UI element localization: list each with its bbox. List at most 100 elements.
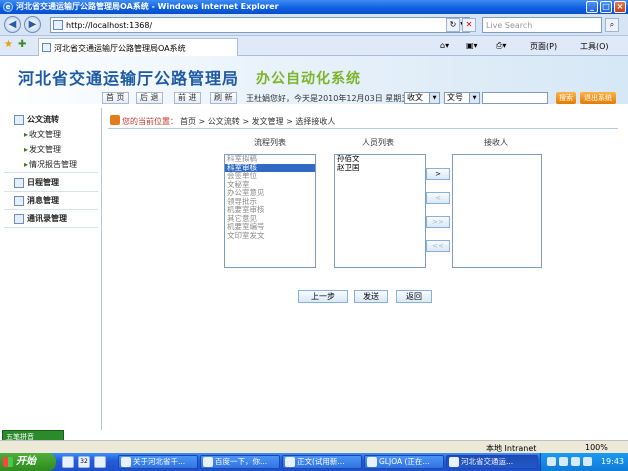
add-all-button[interactable]: >>: [426, 216, 450, 228]
forward-button[interactable]: 前 进: [174, 92, 201, 104]
send-button[interactable]: 发送: [354, 290, 388, 303]
taskbar-item[interactable]: 关于河北省千...: [118, 455, 198, 469]
task-label: 正文(试用新...: [297, 457, 345, 466]
breadcrumb: 您的当前位置： 首页 > 公文流转 > 发文管理 > 选择接收人: [108, 113, 618, 129]
breadcrumb-path[interactable]: 首页 > 公文流转 > 发文管理 > 选择接收人: [180, 116, 335, 127]
ie-logo-icon: e: [3, 2, 13, 12]
quicklaunch-badge-icon[interactable]: 32: [78, 456, 90, 468]
receiver-list-title: 接收人: [484, 138, 508, 147]
print-icon[interactable]: ⎙▾: [496, 41, 506, 51]
sidebar: 公文流转 收文管理 发文管理 情况报告管理 日程管理 消息管理 通讯录管理: [0, 108, 102, 430]
keyword-input[interactable]: [482, 92, 548, 104]
breadcrumb-label: 您的当前位置：: [122, 117, 178, 126]
tab-current[interactable]: 河北省交通运输厅公路管理局OA系统: [38, 38, 238, 56]
sidebar-group-schedule[interactable]: 日程管理: [14, 177, 59, 188]
sidebar-group-label: 消息管理: [27, 196, 59, 205]
sidebar-group-label: 通讯录管理: [27, 214, 67, 223]
search-button[interactable]: 搜索: [556, 92, 576, 104]
taskbar-item-active[interactable]: 河北省交通运...: [446, 455, 538, 469]
sidebar-group-label: 日程管理: [27, 178, 59, 187]
tray-icon[interactable]: [547, 457, 556, 466]
prev-step-button[interactable]: 上一步: [298, 290, 348, 303]
task-icon: [449, 457, 459, 467]
browser-back-icon[interactable]: ◀: [4, 16, 21, 33]
sidebar-item-reports[interactable]: 情况报告管理: [24, 159, 77, 170]
add-favorite-icon[interactable]: ✚: [18, 39, 26, 50]
tab-label: 河北省交通运输厅公路管理局OA系统: [54, 44, 186, 53]
task-icon: [203, 457, 213, 467]
divider: [4, 191, 98, 192]
task-icon: [367, 457, 377, 467]
sidebar-group-label: 公文流转: [27, 115, 59, 124]
org-name: 河北省交通运输厅公路管理局: [18, 69, 240, 88]
address-input[interactable]: http://localhost:1368/ ▼: [50, 17, 470, 33]
divider: [4, 227, 98, 228]
taskbar-item[interactable]: 正文(试用新...: [282, 455, 362, 469]
return-button[interactable]: 返回: [396, 290, 432, 303]
refresh-button[interactable]: 刷 新: [210, 92, 237, 104]
stop-icon[interactable]: ✕: [462, 18, 476, 32]
window-titlebar: e 河北省交通运输厅公路管理局OA系统 - Windows Internet E…: [0, 0, 628, 14]
sidebar-group-contacts[interactable]: 通讯录管理: [14, 213, 67, 224]
receiver-listbox[interactable]: [452, 154, 542, 268]
status-bar: 本地 Intranet 100%: [0, 440, 628, 453]
go-refresh-icon[interactable]: ↻: [446, 18, 460, 32]
tray-icon[interactable]: [559, 457, 568, 466]
tools-menu[interactable]: 工具(O): [580, 41, 609, 52]
add-receiver-button[interactable]: >: [426, 168, 450, 180]
staff-list-title: 人员列表: [362, 138, 394, 147]
doc-type-value: 收文: [407, 93, 423, 102]
start-button[interactable]: 开始: [0, 453, 56, 471]
address-toolbar: ◀ ▶ http://localhost:1368/ ▼ ↻ ✕ Live Se…: [0, 14, 628, 36]
chevron-down-icon: ▼: [469, 93, 479, 103]
search-field-value: 文号: [447, 93, 463, 102]
zoom-level[interactable]: 100%: [585, 443, 608, 452]
taskbar-item[interactable]: GLJOA (正在...: [364, 455, 444, 469]
quicklaunch-app-icon[interactable]: [94, 456, 106, 468]
tray-icon[interactable]: [571, 457, 580, 466]
taskbar-item[interactable]: 百度一下，你...: [200, 455, 280, 469]
location-icon: [110, 115, 120, 125]
favorites-star-icon[interactable]: ★: [4, 39, 13, 50]
divider: [4, 172, 98, 173]
search-icon[interactable]: ⌕: [605, 18, 619, 32]
quicklaunch-ie-icon[interactable]: [62, 456, 74, 468]
page-icon: [53, 20, 63, 30]
favorites-bar: ★ ✚ 河北省交通运输厅公路管理局OA系统 ⌂▾ ▣▾ ⎙▾ 页面(P) 工具(…: [0, 36, 628, 56]
feeds-icon[interactable]: ▣▾: [466, 41, 478, 50]
task-label: 河北省交通运...: [461, 457, 514, 466]
logout-button[interactable]: 退出系统: [580, 92, 616, 104]
doc-type-select[interactable]: 收文 ▼: [404, 92, 440, 104]
app-toolbar: 首 页 后 退 前 进 刷 新 王杜娟您好，今天是2010年12月03日 星期五…: [0, 90, 628, 106]
maximize-button[interactable]: □: [600, 1, 612, 13]
staff-listbox[interactable]: 孙佰文 赵卫国: [334, 154, 426, 268]
search-field-select[interactable]: 文号 ▼: [444, 92, 480, 104]
sidebar-item-incoming[interactable]: 收文管理: [24, 129, 61, 140]
minimize-button[interactable]: _: [586, 1, 598, 13]
close-button[interactable]: ×: [614, 1, 626, 13]
chevron-down-icon: ▼: [429, 93, 439, 103]
clock: 19:43: [600, 457, 624, 466]
start-label: 开始: [16, 456, 36, 467]
home-button[interactable]: 首 页: [102, 92, 129, 104]
taskbar: 开始 32 关于河北省千... 百度一下，你... 正文(试用新... GLJO…: [0, 453, 628, 471]
browser-forward-icon[interactable]: ▶: [24, 16, 41, 33]
remove-all-button[interactable]: <<: [426, 240, 450, 252]
back-button[interactable]: 后 退: [136, 92, 163, 104]
flow-list-title: 流程列表: [254, 138, 286, 147]
home-icon[interactable]: ⌂▾: [440, 41, 449, 50]
task-label: 关于河北省千...: [133, 457, 186, 466]
tray-icon[interactable]: [583, 457, 592, 466]
greeting-text: 王杜娟您好，今天是2010年12月03日 星期五: [246, 94, 410, 103]
search-input[interactable]: Live Search: [482, 17, 602, 33]
flow-option[interactable]: 文印室发文: [225, 231, 315, 241]
sidebar-group-messages[interactable]: 消息管理: [14, 195, 59, 206]
sidebar-item-outgoing[interactable]: 发文管理: [24, 144, 61, 155]
remove-receiver-button[interactable]: <: [426, 192, 450, 204]
staff-option[interactable]: 赵卫国: [335, 163, 425, 173]
divider: [4, 209, 98, 210]
flow-listbox[interactable]: 科室拟稿 科室审核 会签单位 文秘室 办公室意见 领导批示 机要室审核 其它意见 机要室编号 文印…: [224, 154, 316, 268]
message-icon: [14, 195, 24, 206]
page-menu[interactable]: 页面(P): [530, 41, 557, 52]
sidebar-group-document-flow[interactable]: 公文流转: [14, 114, 59, 125]
